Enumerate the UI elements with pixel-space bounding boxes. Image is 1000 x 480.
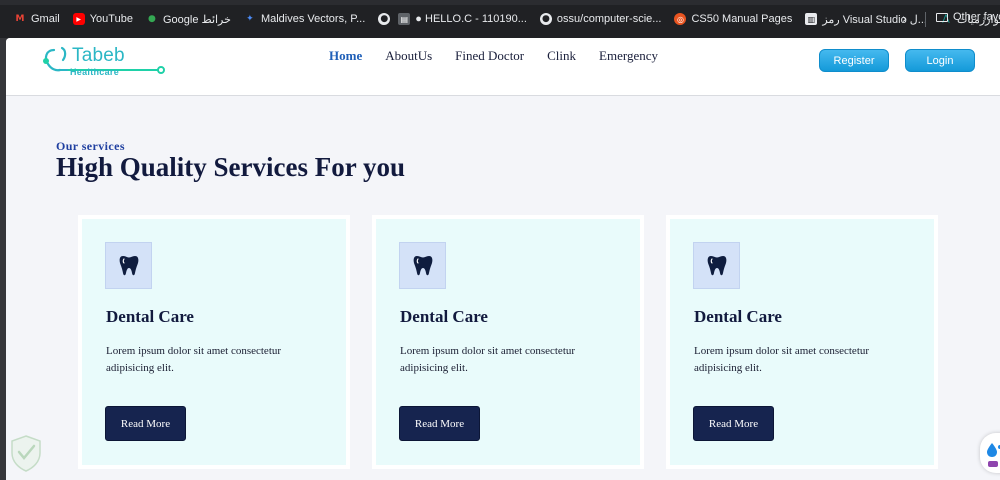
document-icon: ▤ xyxy=(398,13,411,25)
ubuntu-icon: ◎ xyxy=(674,13,687,25)
tooth-icon xyxy=(119,255,138,275)
bookmark-github[interactable]: ● xyxy=(378,9,391,29)
bookmark-label: ● HELLO.C - 110190... xyxy=(415,13,527,25)
card-description: Lorem ipsum dolor sit amet consectetur a… xyxy=(106,345,282,374)
nav-clinic[interactable]: Clink xyxy=(547,48,576,64)
nav-about-us[interactable]: AboutUs xyxy=(385,48,432,64)
shield-watermark-icon xyxy=(11,435,41,472)
bookmark-label: YouTube xyxy=(89,13,133,25)
bookmark-visual-studio[interactable]: ▥ رمز Visual Studio ل... xyxy=(805,9,927,29)
bookmark-google-maps[interactable]: ● Google خرائط xyxy=(146,9,231,29)
bookmark-label: Google خرائط xyxy=(162,13,231,26)
service-card: Dental Care Lorem ipsum dolor sit amet c… xyxy=(78,215,350,469)
folder-icon xyxy=(936,12,948,22)
brand-logo[interactable]: Tabeb Healthcare xyxy=(42,44,172,84)
register-button[interactable]: Register xyxy=(819,49,889,72)
bookmark-hello-c[interactable]: ▤ ● HELLO.C - 110190... xyxy=(398,9,527,29)
brand-name: Tabeb xyxy=(72,45,125,66)
bookmarks-divider xyxy=(925,12,926,27)
bookmark-maldives-vectors[interactable]: ✦ Maldives Vectors, P... xyxy=(244,9,365,29)
nav-emergency[interactable]: Emergency xyxy=(599,48,658,64)
main-nav: Home AboutUs Fined Doctor Clink Emergenc… xyxy=(329,48,658,64)
bookmark-label: CS50 Manual Pages xyxy=(691,13,793,25)
card-title: Dental Care xyxy=(400,307,488,326)
floating-chat-widget[interactable] xyxy=(980,433,1000,473)
service-card: Dental Care Lorem ipsum dolor sit amet c… xyxy=(666,215,938,469)
bookmark-label: Maldives Vectors, P... xyxy=(260,13,366,25)
google-maps-icon: ● xyxy=(148,14,156,24)
vector-icon: ✦ xyxy=(246,14,254,24)
nav-home[interactable]: Home xyxy=(329,48,362,64)
youtube-icon: ▶ xyxy=(72,13,85,25)
github-icon: ● xyxy=(539,13,552,25)
read-more-button[interactable]: Read More xyxy=(105,406,186,441)
read-more-button[interactable]: Read More xyxy=(693,406,774,441)
login-button[interactable]: Login xyxy=(905,49,975,72)
bookmark-label: ossu/computer-scie... xyxy=(556,13,662,25)
bookmark-label: Gmail xyxy=(31,13,60,25)
tooth-icon-badge xyxy=(399,242,446,289)
read-more-button[interactable]: Read More xyxy=(399,406,480,441)
bookmark-label: رمز Visual Studio ل... xyxy=(822,13,927,26)
other-bookmarks-label: Other favor xyxy=(953,11,1000,23)
github-icon: ● xyxy=(378,13,391,25)
brand-tagline: Healthcare xyxy=(70,67,120,77)
service-card: Dental Care Lorem ipsum dolor sit amet c… xyxy=(372,215,644,469)
section-headline: High Quality Services For you xyxy=(56,152,405,182)
card-title: Dental Care xyxy=(694,307,782,326)
site-header: Tabeb Healthcare Home AboutUs Fined Doct… xyxy=(6,38,1000,96)
bookmark-cs50[interactable]: ◎ CS50 Manual Pages xyxy=(674,9,792,29)
tab-strip-edge xyxy=(0,0,1000,5)
visual-studio-icon: ▥ xyxy=(805,13,818,25)
bookmark-gmail[interactable]: M Gmail xyxy=(14,9,60,29)
tooth-icon-badge xyxy=(693,242,740,289)
card-description: Lorem ipsum dolor sit amet consectetur a… xyxy=(694,345,870,374)
nav-find-doctor[interactable]: Fined Doctor xyxy=(455,48,524,64)
tooth-icon-badge xyxy=(105,242,152,289)
droplet-icon xyxy=(987,443,1000,467)
bookmark-ossu[interactable]: ● ossu/computer-scie... xyxy=(539,9,662,29)
tooth-icon xyxy=(413,255,432,275)
gmail-icon: M xyxy=(15,14,25,24)
bookmark-youtube[interactable]: ▶ YouTube xyxy=(72,9,133,29)
bookmarks-bar: M Gmail ▶ YouTube ● Google خرائط ✦ Maldi… xyxy=(0,0,1000,38)
other-bookmarks[interactable]: Other favor xyxy=(936,11,1000,23)
chevron-right-icon[interactable]: › xyxy=(902,12,907,27)
card-description: Lorem ipsum dolor sit amet consectetur a… xyxy=(400,345,576,374)
card-title: Dental Care xyxy=(106,307,194,326)
tooth-icon xyxy=(707,255,726,275)
web-page: Tabeb Healthcare Home AboutUs Fined Doct… xyxy=(6,38,1000,480)
